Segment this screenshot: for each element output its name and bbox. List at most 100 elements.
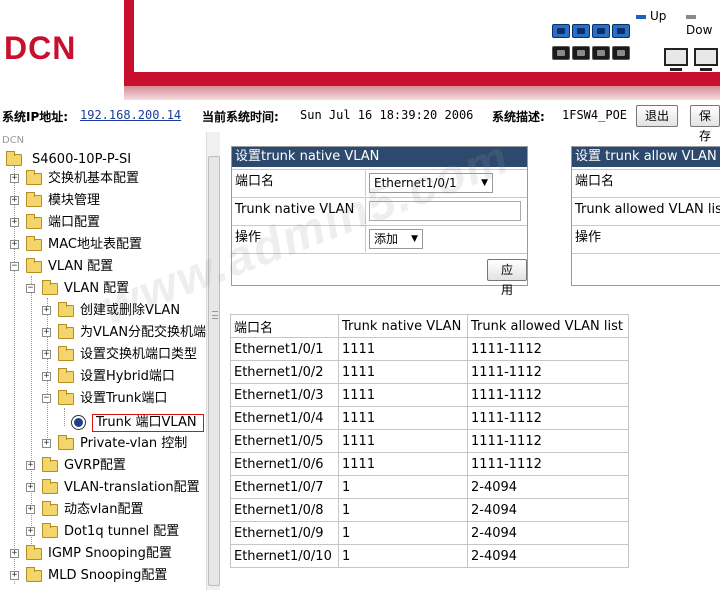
expand-icon[interactable]: +	[42, 328, 51, 337]
tree-item-label: VLAN 配置	[48, 259, 114, 274]
native-vlan-panel: 设置trunk native VLAN 端口名 Ethernet1/0/1 ▼ …	[231, 146, 528, 297]
folder-icon	[26, 545, 42, 560]
folder-open-icon	[58, 390, 74, 405]
allowed-list-row: Trunk allowed VLAN list	[572, 197, 720, 223]
port-select-value: Ethernet1/0/1	[374, 176, 457, 190]
native-vlan-cell: 1	[338, 544, 468, 568]
expand-icon[interactable]: +	[42, 372, 51, 381]
allowed-vlan-cell: 2-4094	[467, 544, 629, 568]
folder-icon	[58, 368, 74, 383]
description-label: 系统描述:	[492, 110, 545, 124]
expand-icon[interactable]: +	[10, 549, 19, 558]
allow-port-row: 端口名	[572, 169, 720, 195]
native-vlan-cell: 1	[338, 498, 468, 522]
up-swatch-icon	[636, 14, 646, 19]
collapse-icon[interactable]: −	[26, 284, 35, 293]
tree-item-label: GVRP配置	[64, 458, 126, 473]
tree-item-label: VLAN-translation配置	[64, 480, 200, 495]
native-vlan-cell: 1111	[338, 429, 468, 453]
port-icon[interactable]	[612, 46, 630, 60]
navigation-tree: DCN S4600-10P-P-SI + 交换机基本配置 + 模块管理 + 端口…	[0, 132, 206, 590]
folder-icon	[26, 567, 42, 582]
switch-panel	[134, 0, 720, 72]
logout-button[interactable]: 退出	[636, 105, 679, 127]
collapse-icon[interactable]: −	[10, 262, 19, 271]
expand-icon[interactable]: +	[10, 174, 19, 183]
expand-icon[interactable]: +	[42, 350, 51, 359]
allowed-list-label: Trunk allowed VLAN list	[575, 202, 720, 217]
expand-icon[interactable]: +	[26, 527, 35, 536]
native-vlan-cell	[365, 198, 527, 224]
chevron-down-icon: ▼	[411, 234, 418, 244]
tree-item-label: 端口配置	[48, 215, 101, 230]
system-time: Sun Jul 16 18:39:20 2006	[300, 108, 474, 122]
system-description: 1FSW4_POE	[562, 108, 628, 122]
tree-item-label: MLD Snooping配置	[48, 568, 168, 583]
expand-icon[interactable]: +	[10, 196, 19, 205]
legend-up-label: Up	[650, 9, 667, 23]
port-icon[interactable]	[592, 46, 610, 60]
allowed-vlan-cell: 1111-1112	[467, 360, 629, 384]
allowed-vlan-cell: 1111-1112	[467, 337, 629, 361]
native-vlan-label: Trunk native VLAN	[235, 202, 355, 217]
expand-icon[interactable]: +	[42, 439, 51, 448]
native-vlan-cell: 1111	[338, 383, 468, 407]
tree-item-label: IGMP Snooping配置	[48, 546, 172, 561]
folder-icon	[42, 523, 58, 538]
port-icon[interactable]	[612, 24, 630, 38]
native-vlan-cell: 1111	[338, 406, 468, 430]
operation-select[interactable]: 添加 ▼	[369, 229, 423, 249]
port-name-cell: Ethernet1/0/2	[230, 360, 339, 384]
folder-icon	[26, 236, 42, 251]
table-row: Ethernet1/0/3 1111 1111-1112	[230, 383, 629, 407]
legend-down-label: Dow	[686, 23, 713, 37]
port-name-cell: Ethernet1/0/4	[230, 406, 339, 430]
expand-icon[interactable]: +	[26, 483, 35, 492]
allowed-vlan-cell: 1111-1112	[467, 383, 629, 407]
tree-item-label: 模块管理	[48, 193, 101, 208]
apply-button[interactable]: 应用	[487, 259, 527, 297]
tree-item-label: 交换机基本配置	[48, 171, 140, 186]
folder-open-icon	[42, 280, 58, 295]
computer-icon	[664, 48, 688, 71]
folder-open-icon	[26, 258, 42, 273]
expand-icon[interactable]: +	[10, 571, 19, 580]
allow-apply-row	[572, 253, 720, 285]
port-icon[interactable]	[572, 24, 590, 38]
collapse-icon[interactable]: −	[42, 394, 51, 403]
native-vlan-cell: 1111	[338, 360, 468, 384]
expand-icon[interactable]: +	[10, 218, 19, 227]
port-row: 端口名 Ethernet1/0/1 ▼	[232, 169, 527, 196]
folder-icon	[26, 214, 42, 229]
trunk-vlan-table: 端口名 Trunk native VLAN Trunk allowed VLAN…	[230, 314, 629, 568]
port-icon[interactable]	[572, 46, 590, 60]
native-vlan-cell: 1	[338, 521, 468, 545]
native-vlan-input[interactable]	[369, 201, 521, 221]
column-header: Trunk native VLAN	[338, 314, 468, 338]
expand-icon[interactable]: +	[26, 505, 35, 514]
tree-item-label: 设置Trunk端口	[80, 391, 168, 406]
folder-icon	[58, 302, 74, 317]
table-row: Ethernet1/0/9 1 2-4094	[230, 521, 629, 545]
tree-root-label: DCN	[2, 135, 25, 146]
native-vlan-row: Trunk native VLAN	[232, 197, 527, 224]
ip-address-link[interactable]: 192.168.200.14	[80, 108, 181, 122]
expand-icon[interactable]: +	[10, 240, 19, 249]
native-vlan-cell: 1111	[338, 452, 468, 476]
table-row: Ethernet1/0/10 1 2-4094	[230, 544, 629, 568]
expand-icon[interactable]: +	[26, 461, 35, 470]
tree-scrollbar[interactable]	[206, 132, 220, 590]
tree-item-label: Private-vlan 控制	[80, 436, 188, 451]
table-header-row: 端口名 Trunk native VLAN Trunk allowed VLAN…	[230, 314, 629, 338]
table-row: Ethernet1/0/4 1111 1111-1112	[230, 406, 629, 430]
port-icon[interactable]	[552, 46, 570, 60]
scrollbar-thumb[interactable]	[208, 156, 220, 586]
port-select[interactable]: Ethernet1/0/1 ▼	[369, 173, 493, 193]
save-button[interactable]: 保存	[690, 105, 720, 143]
port-icon[interactable]	[592, 24, 610, 38]
folder-icon	[58, 324, 74, 339]
port-name-cell: Ethernet1/0/10	[230, 544, 339, 568]
port-icon[interactable]	[552, 24, 570, 38]
expand-icon[interactable]: +	[42, 306, 51, 315]
port-name-cell: Ethernet1/0/1	[230, 337, 339, 361]
